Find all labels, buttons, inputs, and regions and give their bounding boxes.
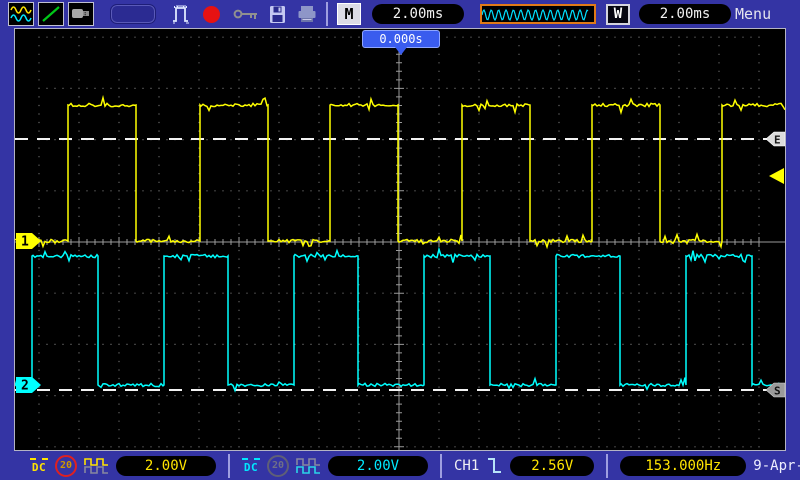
ch1-scale-readout[interactable]: 2.00V: [116, 456, 216, 476]
window-timebase-badge: W: [606, 4, 630, 25]
graticule-screen: 1 2 E S 0.000s: [14, 28, 786, 451]
divider: [606, 454, 608, 478]
ch1-coupling-icon: DC: [30, 458, 48, 473]
ch2-waveform-type-icon: [296, 457, 321, 475]
top-status-bar: M 2.00ms W 2.00ms Menu: [0, 0, 800, 28]
datetime-label: 9-Apr-13 00:16: [753, 458, 800, 474]
oscilloscope-display: { "topbar": { "main_timebase_label": "M"…: [0, 0, 800, 480]
ch2-scale-readout[interactable]: 2.00V: [328, 456, 428, 476]
usb-device-icon: [68, 2, 94, 26]
empty-status-slot: [110, 4, 156, 24]
ch2-status-group: DC 20 2.00V: [242, 455, 428, 477]
trigger-position-tag[interactable]: 0.000s: [362, 30, 440, 48]
print-icon: [297, 5, 317, 23]
svg-text:S: S: [774, 385, 781, 398]
window-timebase-readout: 2.00ms: [639, 4, 731, 24]
divider: [228, 454, 230, 478]
main-timebase-readout: 2.00ms: [372, 4, 464, 24]
main-timebase-badge: M: [337, 3, 361, 25]
trigger-source-label: CH1: [454, 458, 479, 474]
key-lock-icon: [233, 7, 259, 21]
save-floppy-icon: [269, 5, 286, 24]
record-indicator-icon: [203, 6, 220, 23]
menu-button[interactable]: Menu: [735, 5, 771, 23]
ch2-bandwidth-limit-icon: 20: [267, 455, 289, 477]
divider: [326, 2, 328, 26]
pulse-acquire-icon: [172, 3, 191, 25]
bottom-status-bar: DC 20 2.00V DC 20 2.00V CH1 2.56V 153.00…: [0, 451, 800, 480]
math-function-icon: [38, 2, 64, 26]
ch1-waveform-type-icon: [84, 457, 109, 475]
channels-waveform-icon: [8, 2, 34, 26]
svg-text:1: 1: [21, 235, 29, 250]
ch1-status-group: DC 20 2.00V: [30, 455, 216, 477]
svg-text:E: E: [774, 134, 781, 147]
waveform-preview: [480, 4, 596, 24]
ch2-coupling-icon: DC: [242, 458, 260, 473]
ch1-bandwidth-limit-icon: 20: [55, 455, 77, 477]
trigger-status-group: CH1 2.56V: [454, 455, 594, 476]
svg-text:2: 2: [21, 379, 29, 394]
frequency-counter-readout: 153.000Hz: [620, 456, 746, 476]
falling-edge-trigger-icon: [486, 455, 503, 476]
waveform-plot: 1 2 E S: [15, 29, 785, 450]
trigger-level-readout[interactable]: 2.56V: [510, 456, 594, 476]
divider: [440, 454, 442, 478]
